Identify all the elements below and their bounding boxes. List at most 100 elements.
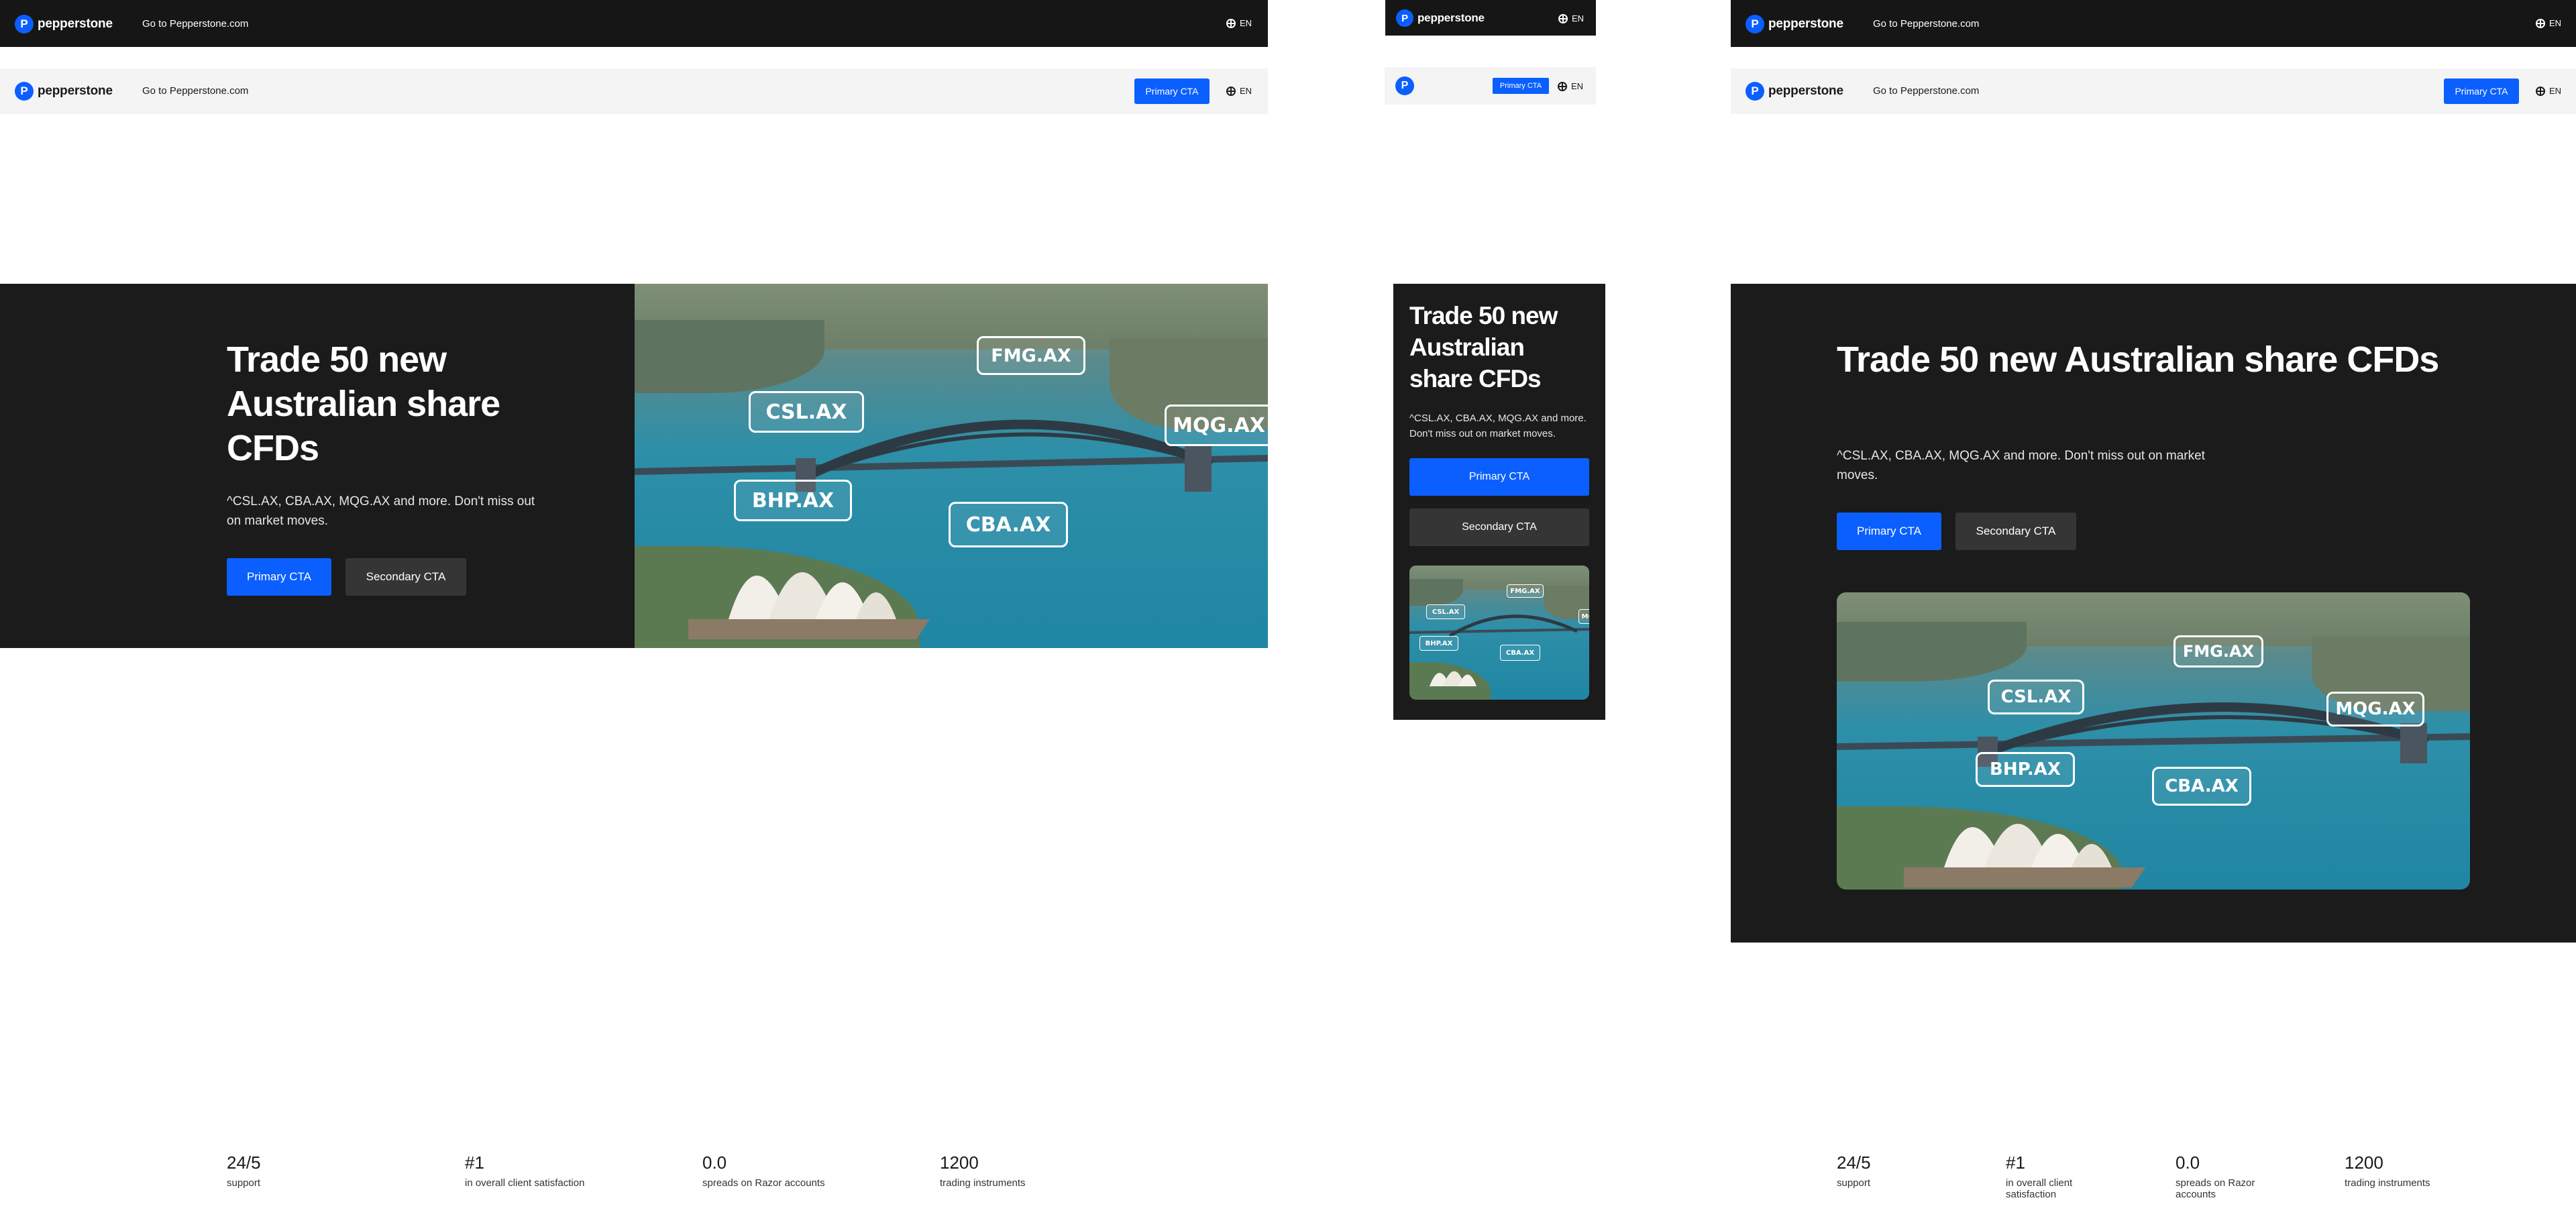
goto-link[interactable]: Go to Pepperstone.com: [1873, 85, 1979, 97]
header-dark: P pepperstone Go to Pepperstone.com EN: [0, 0, 1268, 47]
language-selector[interactable]: EN: [1558, 81, 1583, 91]
ticker-tag: MQG.AX: [2326, 692, 2424, 727]
stat-value: 1200: [2345, 1153, 2383, 1173]
header-light: P pepperstone Go to Pepperstone.com Prim…: [1731, 68, 2576, 114]
stat-value: 24/5: [1837, 1153, 1871, 1173]
logo-text: pepperstone: [1768, 17, 1843, 31]
logo-text: pepperstone: [1768, 84, 1843, 98]
logo-text: pepperstone: [38, 17, 113, 31]
ticker-tag: CBA.AX: [2152, 767, 2251, 806]
hero-description: ^CSL.AX, CBA.AX, MQG.AX and more. Don't …: [1837, 449, 2205, 482]
language-label: EN: [1571, 81, 1584, 91]
stats-row: 24/5 support #1 in overall client satisf…: [1837, 1153, 2508, 1220]
header-light: P Primary CTA EN: [1385, 67, 1596, 105]
ticker-tag: FMG.AX: [977, 336, 1085, 375]
stat-item: #1 in overall client satisfaction: [465, 1153, 680, 1189]
logo[interactable]: P pepperstone: [15, 15, 113, 34]
hero-primary-cta-button[interactable]: Primary CTA: [1837, 513, 1941, 550]
stat-value: 0.0: [702, 1153, 727, 1173]
logo-mark-icon: P: [1746, 15, 1764, 34]
stat-item: 0.0 spreads on Razor accounts: [702, 1153, 917, 1189]
language-selector[interactable]: EN: [1226, 86, 1252, 96]
hero-image: FMG.AX CSL.AX MQG.AX BHP.AX CBA.AX: [1837, 592, 2470, 890]
hero-secondary-cta-button[interactable]: Secondary CTA: [345, 558, 466, 596]
hero-primary-cta-button[interactable]: Primary CTA: [227, 558, 331, 596]
ticker-tag: BHP.AX: [1976, 752, 2075, 787]
language-label: EN: [2549, 86, 2562, 96]
logo[interactable]: P pepperstone: [1746, 82, 1843, 101]
hero-image: FMG.AX CSL.AX MQG.AX BHP.AX CBA.AX: [635, 284, 1268, 648]
goto-link[interactable]: Go to Pepperstone.com: [1873, 18, 1979, 30]
header-dark: P pepperstone Go to Pepperstone.com EN: [1731, 0, 2576, 47]
globe-icon: [1558, 81, 1567, 91]
language-selector[interactable]: EN: [1558, 13, 1584, 23]
opera-house-illustration: [1430, 671, 1477, 686]
ticker-tag: BHP.AX: [734, 480, 852, 521]
ticker-tag: CSL.AX: [1426, 604, 1465, 619]
hero-section: Trade 50 new Australian share CFDs ^CSL.…: [1393, 284, 1605, 720]
globe-icon: [1226, 18, 1236, 28]
ticker-tag: BHP.AX: [1419, 636, 1458, 651]
ticker-tag: MQG.AX: [1578, 609, 1589, 624]
header-light: P pepperstone Go to Pepperstone.com Prim…: [0, 68, 1268, 114]
panel-desktop: P pepperstone Go to Pepperstone.com EN P…: [0, 0, 1268, 1231]
stats-row: 24/5 support #1 in overall client satisf…: [227, 1153, 1099, 1206]
stat-value: #1: [465, 1153, 484, 1173]
logo[interactable]: P pepperstone: [1396, 9, 1485, 27]
ticker-tag: CBA.AX: [1500, 645, 1540, 661]
language-selector[interactable]: EN: [1226, 18, 1252, 28]
ticker-tag: CSL.AX: [749, 391, 864, 433]
hero-description: ^CSL.AX, CBA.AX, MQG.AX and more. Don't …: [1409, 413, 1587, 439]
language-label: EN: [1240, 18, 1252, 28]
goto-link[interactable]: Go to Pepperstone.com: [142, 85, 248, 97]
stat-item: 1200 trading instruments: [940, 1153, 1141, 1189]
hero-title: Trade 50 new Australian share CFDs: [1409, 302, 1558, 392]
stat-label: trading instruments: [940, 1177, 1026, 1189]
stat-label: in overall client satisfaction: [465, 1177, 585, 1189]
stat-label: spreads on Razor accounts: [2176, 1177, 2255, 1200]
opera-house-illustration: [688, 572, 930, 639]
ticker-tag: FMG.AX: [1507, 584, 1544, 598]
stat-label: support: [1837, 1177, 1871, 1189]
language-selector[interactable]: EN: [2536, 86, 2561, 96]
hero-image: FMG.AX CSL.AX MQG.AX BHP.AX CBA.AX: [1409, 566, 1589, 700]
hero-section: Trade 50 new Australian share CFDs ^CSL.…: [0, 284, 1268, 648]
harbour-bridge-illustration: [1837, 702, 2470, 767]
globe-icon: [1226, 86, 1236, 96]
stat-item: 24/5 support: [1837, 1153, 1971, 1189]
globe-icon: [2536, 18, 2545, 28]
stat-item: 0.0 spreads on Razor accounts: [2176, 1153, 2269, 1200]
logo[interactable]: P pepperstone: [15, 82, 113, 101]
stat-value: #1: [2006, 1153, 2025, 1173]
goto-link[interactable]: Go to Pepperstone.com: [142, 18, 248, 30]
ticker-tag: FMG.AX: [2174, 635, 2263, 667]
header-primary-cta-button[interactable]: Primary CTA: [2444, 78, 2519, 104]
logo[interactable]: P pepperstone: [1746, 15, 1843, 34]
stat-label: trading instruments: [2345, 1177, 2430, 1189]
language-selector[interactable]: EN: [2536, 18, 2561, 28]
stat-value: 24/5: [227, 1153, 261, 1173]
stat-item: 24/5 support: [227, 1153, 428, 1189]
hero-title: Trade 50 new Australian share CFDs: [227, 339, 500, 468]
header-primary-cta-button[interactable]: Primary CTA: [1493, 78, 1549, 94]
hero-title: Trade 50 new Australian share CFDs: [1837, 339, 2439, 380]
logo-mark-icon: P: [15, 82, 34, 101]
language-label: EN: [1572, 13, 1585, 23]
header-primary-cta-button[interactable]: Primary CTA: [1134, 78, 1210, 104]
hero-section: Trade 50 new Australian share CFDs ^CSL.…: [1731, 284, 2576, 943]
panel-tablet: P pepperstone Go to Pepperstone.com EN P…: [1731, 0, 2576, 1231]
stat-label: in overall client satisfaction: [2006, 1177, 2073, 1200]
logo-mark-icon: P: [1746, 82, 1764, 101]
stat-item: 1200 trading instruments: [2345, 1153, 2479, 1189]
ticker-tag: CSL.AX: [1988, 680, 2084, 714]
logo-text: pepperstone: [1417, 11, 1485, 24]
language-label: EN: [2549, 18, 2562, 28]
logo-text: pepperstone: [38, 84, 113, 98]
language-label: EN: [1240, 86, 1252, 96]
hero-primary-cta-button[interactable]: Primary CTA: [1409, 458, 1589, 496]
globe-icon: [1558, 13, 1568, 23]
logo-mark-icon[interactable]: P: [1395, 76, 1414, 95]
hero-secondary-cta-button[interactable]: Secondary CTA: [1409, 509, 1589, 546]
header-dark: P pepperstone EN: [1385, 0, 1596, 36]
hero-secondary-cta-button[interactable]: Secondary CTA: [1955, 513, 2076, 550]
